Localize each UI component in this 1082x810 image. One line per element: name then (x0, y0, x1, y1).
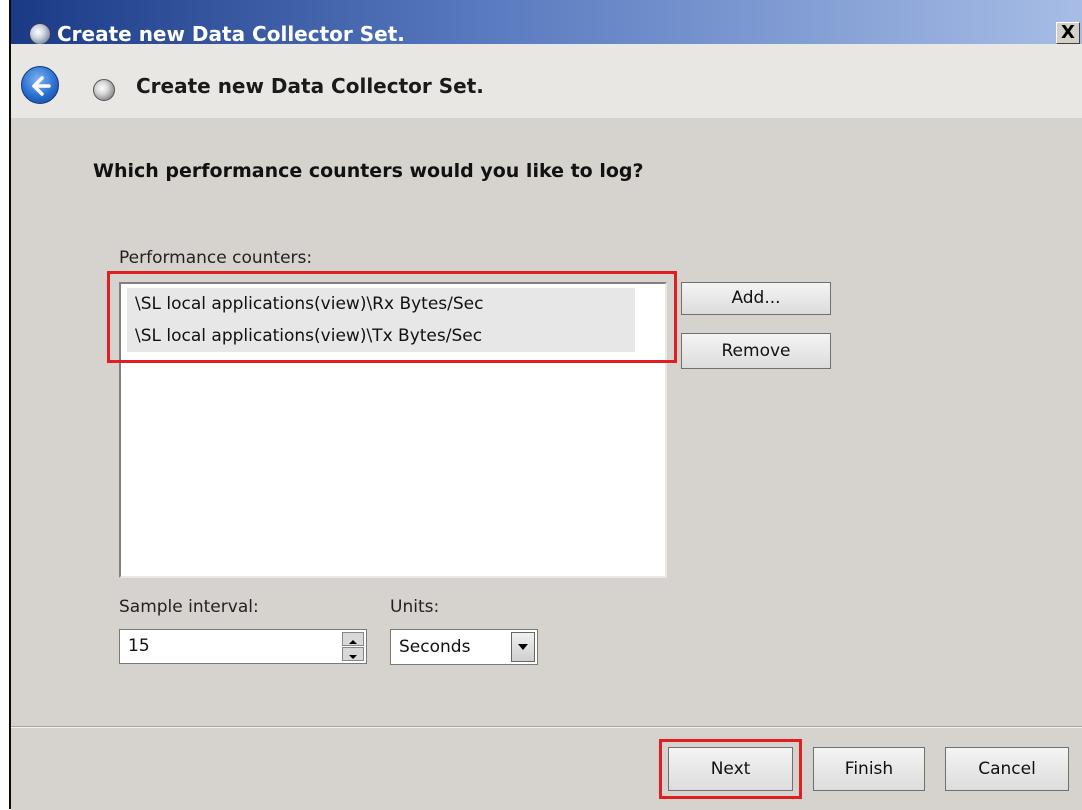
dialog-window: Create new Data Collector Set. X Create … (9, 0, 1082, 810)
add-button[interactable]: Add... (681, 282, 831, 315)
next-highlight (659, 739, 802, 799)
window-title: Create new Data Collector Set. (57, 22, 405, 46)
units-label: Units: (390, 597, 440, 617)
cancel-button[interactable]: Cancel (945, 747, 1069, 791)
counters-label: Performance counters: (119, 248, 313, 268)
data-collector-icon (93, 79, 115, 101)
title-bar: Create new Data Collector Set. X (11, 0, 1082, 46)
units-value: Seconds (399, 637, 471, 657)
close-icon[interactable]: X (1056, 22, 1080, 44)
finish-button[interactable]: Finish (813, 747, 925, 791)
page-question: Which performance counters would you lik… (93, 160, 644, 182)
wizard-header: Create new Data Collector Set. (11, 44, 1082, 118)
wizard-footer: Next Finish Cancel (11, 726, 1082, 810)
back-arrow-icon (32, 76, 51, 96)
units-select[interactable]: Seconds (390, 629, 538, 665)
counters-highlight (107, 271, 677, 363)
footer-divider (11, 727, 1082, 728)
back-button[interactable] (21, 66, 59, 104)
spin-up-icon[interactable] (342, 632, 364, 646)
sample-interval-value: 15 (128, 636, 150, 656)
dropdown-arrow-icon[interactable] (511, 632, 535, 662)
wizard-title: Create new Data Collector Set. (136, 74, 484, 98)
sample-interval-label: Sample interval: (119, 597, 259, 617)
spin-down-icon[interactable] (342, 647, 364, 661)
data-collector-icon (29, 23, 51, 45)
sample-interval-stepper[interactable]: 15 (119, 629, 367, 664)
remove-button[interactable]: Remove (681, 333, 831, 369)
